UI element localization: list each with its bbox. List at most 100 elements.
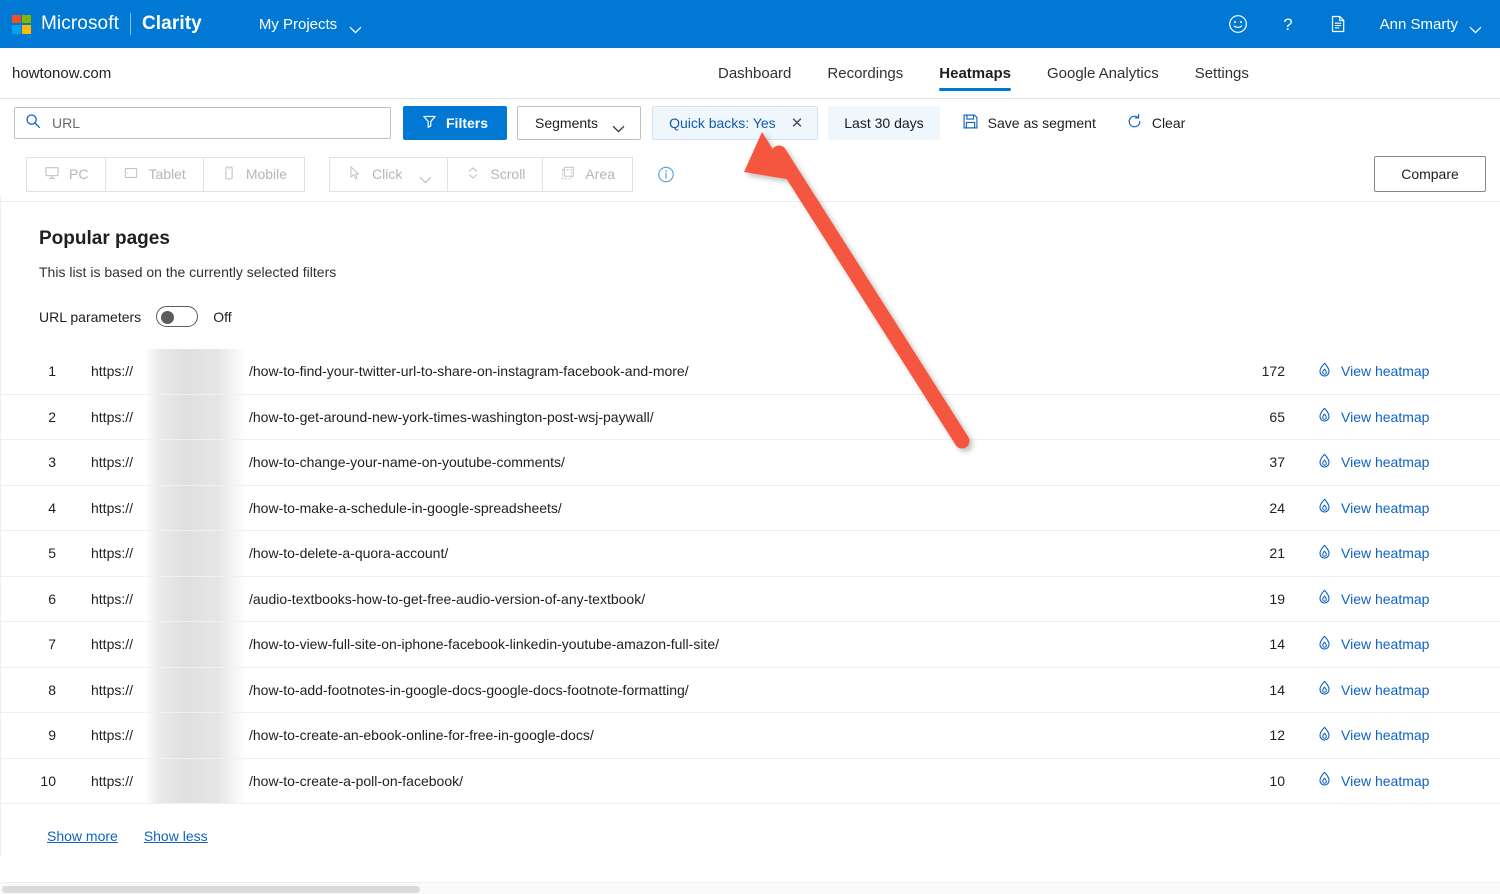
chevron-down-icon[interactable] xyxy=(419,171,432,183)
page-subtitle: This list is based on the currently sele… xyxy=(39,264,337,280)
clear-filters-button[interactable]: Clear xyxy=(1120,106,1191,140)
heatmap-toolbar: PC Tablet Mobile Click Scroll Area Compa… xyxy=(0,147,1500,202)
row-protocol: https:// xyxy=(91,408,134,425)
flame-icon xyxy=(1317,407,1332,426)
view-heatmap-link[interactable]: View heatmap xyxy=(1285,544,1500,563)
mobile-icon xyxy=(221,165,237,184)
scrollbar-thumb[interactable] xyxy=(2,886,420,893)
row-protocol: https:// xyxy=(91,772,134,789)
view-heatmap-link[interactable]: View heatmap xyxy=(1285,726,1500,745)
top-brand-bar: Microsoft Clarity My Projects ? Ann Smar… xyxy=(0,0,1500,48)
device-pc-label: PC xyxy=(69,166,89,182)
show-more-link[interactable]: Show more xyxy=(47,828,118,844)
save-as-segment-button[interactable]: Save as segment xyxy=(956,106,1102,140)
mode-click-button[interactable]: Click xyxy=(329,156,448,192)
view-heatmap-link[interactable]: View heatmap xyxy=(1285,453,1500,472)
table-row: 2 https:// /how-to-get-around-new-york-tim… xyxy=(0,394,1500,440)
row-rank: 3 xyxy=(48,454,56,471)
row-visit-count: 24 xyxy=(1269,499,1285,516)
table-row: 6 https:// /audio-textbooks-how-to-get-fre… xyxy=(0,576,1500,622)
active-filter-chip-quick-backs[interactable]: Quick backs: Yes ✕ xyxy=(652,106,819,140)
row-url-path: /how-to-make-a-schedule-in-google-spread… xyxy=(249,499,562,516)
device-pc-button[interactable]: PC xyxy=(26,156,106,192)
my-projects-menu[interactable]: My Projects xyxy=(258,15,362,33)
table-row: 1 https:// /how-to-find-your-twitter-url-t… xyxy=(0,349,1500,395)
table-row: 3 https:// /how-to-change-your-name-on-you… xyxy=(0,440,1500,486)
document-icon[interactable] xyxy=(1326,12,1350,36)
url-parameters-row: URL parameters Off xyxy=(39,306,1500,327)
row-visit-count: 19 xyxy=(1269,590,1285,607)
url-search-box[interactable] xyxy=(14,107,391,139)
view-heatmap-link[interactable]: View heatmap xyxy=(1285,680,1500,699)
microsoft-logo-icon xyxy=(12,14,31,34)
row-protocol: https:// xyxy=(91,727,134,744)
tab-label: Recordings xyxy=(827,65,904,82)
view-heatmap-link[interactable]: View heatmap xyxy=(1285,407,1500,426)
flame-icon xyxy=(1317,635,1332,654)
flame-icon xyxy=(1317,680,1332,699)
date-range-picker[interactable]: Last 30 days xyxy=(828,106,940,140)
row-rank: 1 xyxy=(48,363,56,380)
view-heatmap-label: View heatmap xyxy=(1341,454,1430,471)
view-heatmap-link[interactable]: View heatmap xyxy=(1285,362,1500,381)
row-url-path: /audio-textbooks-how-to-get-free-audio-v… xyxy=(249,590,646,607)
row-visit-count: 37 xyxy=(1269,454,1285,471)
device-mobile-button[interactable]: Mobile xyxy=(202,156,306,192)
tab-dashboard[interactable]: Dashboard xyxy=(700,48,809,99)
help-icon[interactable]: ? xyxy=(1276,12,1300,36)
tab-settings[interactable]: Settings xyxy=(1177,48,1267,99)
view-heatmap-label: View heatmap xyxy=(1341,590,1430,607)
mode-area-label: Area xyxy=(585,166,615,182)
view-heatmap-label: View heatmap xyxy=(1341,545,1430,562)
table-row: 7 https:// /how-to-view-full-site-on-iphon… xyxy=(0,622,1500,668)
row-protocol: https:// xyxy=(91,363,134,380)
view-heatmap-label: View heatmap xyxy=(1341,772,1430,789)
row-protocol: https:// xyxy=(91,499,134,516)
mode-area-button[interactable]: Area xyxy=(542,156,633,192)
row-rank: 10 xyxy=(40,772,56,789)
url-parameters-toggle[interactable] xyxy=(156,306,199,327)
flame-icon xyxy=(1317,771,1332,790)
row-url-path: /how-to-create-an-ebook-online-for-free-… xyxy=(249,727,594,744)
user-menu[interactable]: Ann Smarty xyxy=(1380,16,1482,33)
brand-logo-group[interactable]: Microsoft Clarity xyxy=(12,13,202,35)
view-heatmap-link[interactable]: View heatmap xyxy=(1285,589,1500,608)
row-url-path: /how-to-create-a-poll-on-facebook/ xyxy=(249,772,463,789)
tab-recordings[interactable]: Recordings xyxy=(809,48,921,99)
mode-scroll-button[interactable]: Scroll xyxy=(447,156,543,192)
close-icon[interactable]: ✕ xyxy=(791,116,804,131)
filters-button[interactable]: Filters xyxy=(403,106,508,140)
popular-pages-panel: Popular pages This list is based on the … xyxy=(0,202,1500,844)
view-heatmap-label: View heatmap xyxy=(1341,681,1430,698)
segments-dropdown[interactable]: Segments xyxy=(517,106,642,140)
flame-icon xyxy=(1317,544,1332,563)
device-tablet-button[interactable]: Tablet xyxy=(105,156,203,192)
row-url-path: /how-to-add-footnotes-in-google-docs-goo… xyxy=(249,681,689,698)
tab-google-analytics[interactable]: Google Analytics xyxy=(1029,48,1177,99)
device-mobile-label: Mobile xyxy=(245,166,288,182)
compare-button[interactable]: Compare xyxy=(1374,156,1486,192)
device-type-group: PC Tablet Mobile xyxy=(26,156,306,192)
search-input[interactable] xyxy=(50,114,380,132)
view-heatmap-link[interactable]: View heatmap xyxy=(1285,771,1500,790)
main-tabs: Dashboard Recordings Heatmaps Google Analyt… xyxy=(700,48,1267,99)
filter-funnel-icon xyxy=(422,114,437,132)
horizontal-scrollbar[interactable] xyxy=(0,882,1500,894)
show-less-link[interactable]: Show less xyxy=(144,828,208,844)
page-title: Popular pages xyxy=(39,228,170,249)
toggle-knob xyxy=(161,310,175,324)
smiley-icon[interactable] xyxy=(1226,12,1250,36)
row-url-path: /how-to-find-your-twitter-url-to-share-o… xyxy=(249,363,689,380)
date-range-label: Last 30 days xyxy=(844,115,924,131)
row-rank: 8 xyxy=(48,681,56,698)
view-heatmap-label: View heatmap xyxy=(1341,636,1430,653)
my-projects-label: My Projects xyxy=(258,15,338,33)
row-rank: 2 xyxy=(48,408,56,425)
tab-heatmaps[interactable]: Heatmaps xyxy=(921,48,1029,99)
flame-icon xyxy=(1317,498,1332,517)
info-icon[interactable] xyxy=(657,165,675,183)
view-heatmap-link[interactable]: View heatmap xyxy=(1285,635,1500,654)
tab-label: Dashboard xyxy=(718,65,792,82)
view-heatmap-link[interactable]: View heatmap xyxy=(1285,498,1500,517)
table-row: 9 https:// /how-to-create-an-ebook-online-… xyxy=(0,713,1500,759)
